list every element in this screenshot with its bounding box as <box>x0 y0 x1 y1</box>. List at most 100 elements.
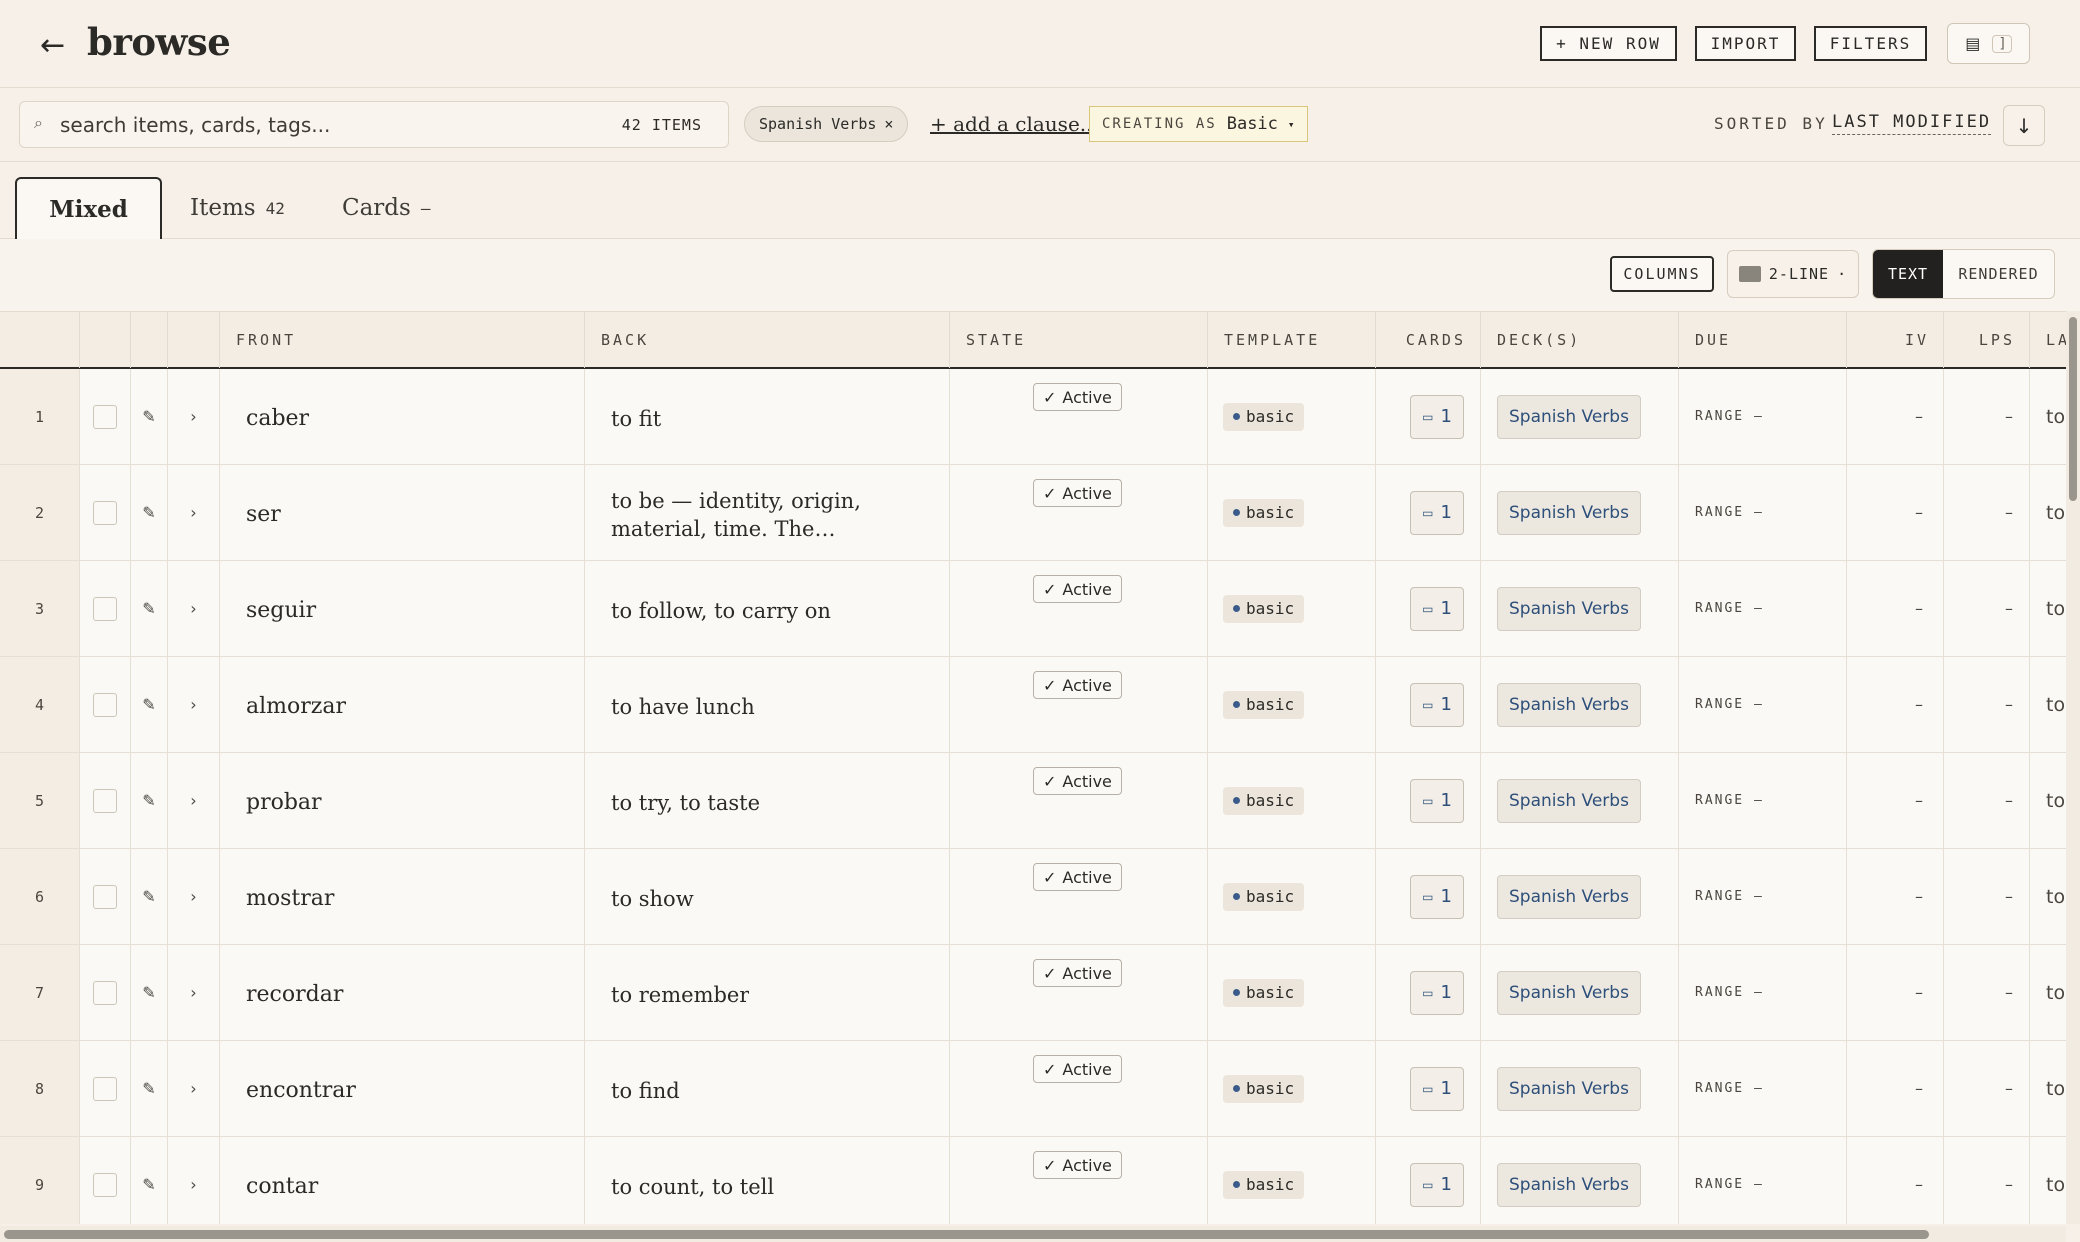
columns-button[interactable]: COLUMNS <box>1610 256 1714 292</box>
deck-badge[interactable]: Spanish Verbs <box>1497 490 1641 535</box>
state-badge[interactable]: ✓ Active <box>1033 1055 1122 1083</box>
deck-badge[interactable]: Spanish Verbs <box>1497 394 1641 439</box>
cards-count-button[interactable]: ▭ 1 <box>1410 970 1464 1015</box>
col-header-front[interactable]: FRONT <box>220 312 585 368</box>
cards-count-button[interactable]: ▭ 1 <box>1410 1162 1464 1207</box>
panel-toggle-button[interactable]: ▤ ] <box>1947 23 2030 64</box>
filters-button[interactable]: FILTERS <box>1814 26 1927 61</box>
row-checkbox[interactable] <box>93 596 117 621</box>
tab-mixed[interactable]: Mixed <box>15 177 162 240</box>
table-row[interactable]: 1 ✎ › caber to fit ✓ Active basic ▭ 1 Spanish Verb… <box>0 369 2066 465</box>
back-arrow-icon[interactable]: ← <box>40 28 65 63</box>
col-header-la[interactable]: LA <box>2030 312 2066 368</box>
row-checkbox[interactable] <box>93 884 117 909</box>
tab-cards[interactable]: Cards – <box>342 177 430 239</box>
back-cell[interactable]: to fit <box>585 369 950 464</box>
view-rendered-button[interactable]: RENDERED <box>1943 250 2054 298</box>
template-badge[interactable]: basic <box>1223 690 1305 719</box>
table-row[interactable]: 7 ✎ › recordar to remember ✓ Active basic ▭ 1 Span… <box>0 945 2066 1041</box>
pencil-icon[interactable]: ✎ <box>131 369 168 464</box>
table-row[interactable]: 8 ✎ › encontrar to find ✓ Active basic ▭ 1 Spanish… <box>0 1041 2066 1137</box>
pencil-icon[interactable]: ✎ <box>131 465 168 560</box>
back-cell[interactable]: to try, to taste <box>585 753 950 848</box>
row-checkbox[interactable] <box>93 980 117 1005</box>
front-cell[interactable]: encontrar <box>220 1041 585 1136</box>
back-cell[interactable]: to find <box>585 1041 950 1136</box>
chevron-right-icon[interactable]: › <box>168 1137 220 1224</box>
template-badge[interactable]: basic <box>1223 978 1305 1007</box>
deck-badge[interactable]: Spanish Verbs <box>1497 1066 1641 1111</box>
cards-count-button[interactable]: ▭ 1 <box>1410 1066 1464 1111</box>
sort-field-selector[interactable]: LAST MODIFIED <box>1832 112 1992 135</box>
vertical-scrollbar[interactable] <box>2066 311 2080 1224</box>
chevron-right-icon[interactable]: › <box>168 849 220 944</box>
table-row[interactable]: 2 ✎ › ser to be — identity, origin, material… <box>0 465 2066 561</box>
template-badge[interactable]: basic <box>1223 402 1305 431</box>
pencil-icon[interactable]: ✎ <box>131 561 168 656</box>
cards-count-button[interactable]: ▭ 1 <box>1410 874 1464 919</box>
pencil-icon[interactable]: ✎ <box>131 1137 168 1224</box>
state-badge[interactable]: ✓ Active <box>1033 959 1122 987</box>
template-badge[interactable]: basic <box>1223 786 1305 815</box>
template-badge[interactable]: basic <box>1223 1170 1305 1199</box>
table-row[interactable]: 9 ✎ › contar to count, to tell ✓ Active basic ▭ 1… <box>0 1137 2066 1224</box>
deck-badge[interactable]: Spanish Verbs <box>1497 970 1641 1015</box>
deck-badge[interactable]: Spanish Verbs <box>1497 682 1641 727</box>
tab-items[interactable]: Items 42 <box>190 177 285 239</box>
close-icon[interactable]: × <box>884 115 893 133</box>
col-header-template[interactable]: TEMPLATE <box>1208 312 1376 368</box>
search-input[interactable] <box>60 108 600 141</box>
front-cell[interactable]: mostrar <box>220 849 585 944</box>
chevron-right-icon[interactable]: › <box>168 1041 220 1136</box>
row-checkbox[interactable] <box>93 500 117 525</box>
pencil-icon[interactable]: ✎ <box>131 945 168 1040</box>
back-cell[interactable]: to follow, to carry on <box>585 561 950 656</box>
chevron-right-icon[interactable]: › <box>168 465 220 560</box>
row-checkbox[interactable] <box>93 1076 117 1101</box>
row-checkbox[interactable] <box>93 788 117 813</box>
pencil-icon[interactable]: ✎ <box>131 753 168 848</box>
search-box[interactable]: ⌕ 42 ITEMS <box>19 101 729 148</box>
row-checkbox[interactable] <box>93 1172 117 1197</box>
cards-count-button[interactable]: ▭ 1 <box>1410 490 1464 535</box>
state-badge[interactable]: ✓ Active <box>1033 383 1122 411</box>
table-row[interactable]: 6 ✎ › mostrar to show ✓ Active basic ▭ 1 Spanish V… <box>0 849 2066 945</box>
col-header-back[interactable]: BACK <box>585 312 950 368</box>
scrollbar-thumb[interactable] <box>2069 317 2077 501</box>
import-button[interactable]: IMPORT <box>1695 26 1796 61</box>
back-cell[interactable]: to show <box>585 849 950 944</box>
chevron-right-icon[interactable]: › <box>168 369 220 464</box>
front-cell[interactable]: contar <box>220 1137 585 1224</box>
table-row[interactable]: 4 ✎ › almorzar to have lunch ✓ Active basic ▭ 1 Sp… <box>0 657 2066 753</box>
back-cell[interactable]: to be — identity, origin, material, time… <box>585 465 950 560</box>
cards-count-button[interactable]: ▭ 1 <box>1410 586 1464 631</box>
sort-direction-button[interactable]: ↓ <box>2003 105 2045 146</box>
add-clause-link[interactable]: + add a clause... <box>930 112 1099 136</box>
state-badge[interactable]: ✓ Active <box>1033 767 1122 795</box>
table-row[interactable]: 3 ✎ › seguir to follow, to carry on ✓ Active ba… <box>0 561 2066 657</box>
row-density-dropdown[interactable]: 2-LINE · <box>1727 250 1859 298</box>
front-cell[interactable]: caber <box>220 369 585 464</box>
col-header-lps[interactable]: LPS <box>1944 312 2030 368</box>
cards-count-button[interactable]: ▭ 1 <box>1410 778 1464 823</box>
col-header-state[interactable]: STATE <box>950 312 1208 368</box>
chevron-right-icon[interactable]: › <box>168 657 220 752</box>
state-badge[interactable]: ✓ Active <box>1033 575 1122 603</box>
row-checkbox[interactable] <box>93 692 117 717</box>
pencil-icon[interactable]: ✎ <box>131 657 168 752</box>
back-cell[interactable]: to have lunch <box>585 657 950 752</box>
template-badge[interactable]: basic <box>1223 1074 1305 1103</box>
deck-badge[interactable]: Spanish Verbs <box>1497 586 1641 631</box>
back-cell[interactable]: to count, to tell <box>585 1137 950 1224</box>
chevron-right-icon[interactable]: › <box>168 561 220 656</box>
template-badge[interactable]: basic <box>1223 498 1305 527</box>
view-text-button[interactable]: TEXT <box>1873 250 1943 298</box>
chevron-right-icon[interactable]: › <box>168 945 220 1040</box>
front-cell[interactable]: ser <box>220 465 585 560</box>
row-checkbox[interactable] <box>93 404 117 429</box>
template-badge[interactable]: basic <box>1223 882 1305 911</box>
front-cell[interactable]: recordar <box>220 945 585 1040</box>
col-header-iv[interactable]: IV <box>1847 312 1944 368</box>
new-row-button[interactable]: + NEW ROW <box>1540 26 1677 61</box>
state-badge[interactable]: ✓ Active <box>1033 671 1122 699</box>
